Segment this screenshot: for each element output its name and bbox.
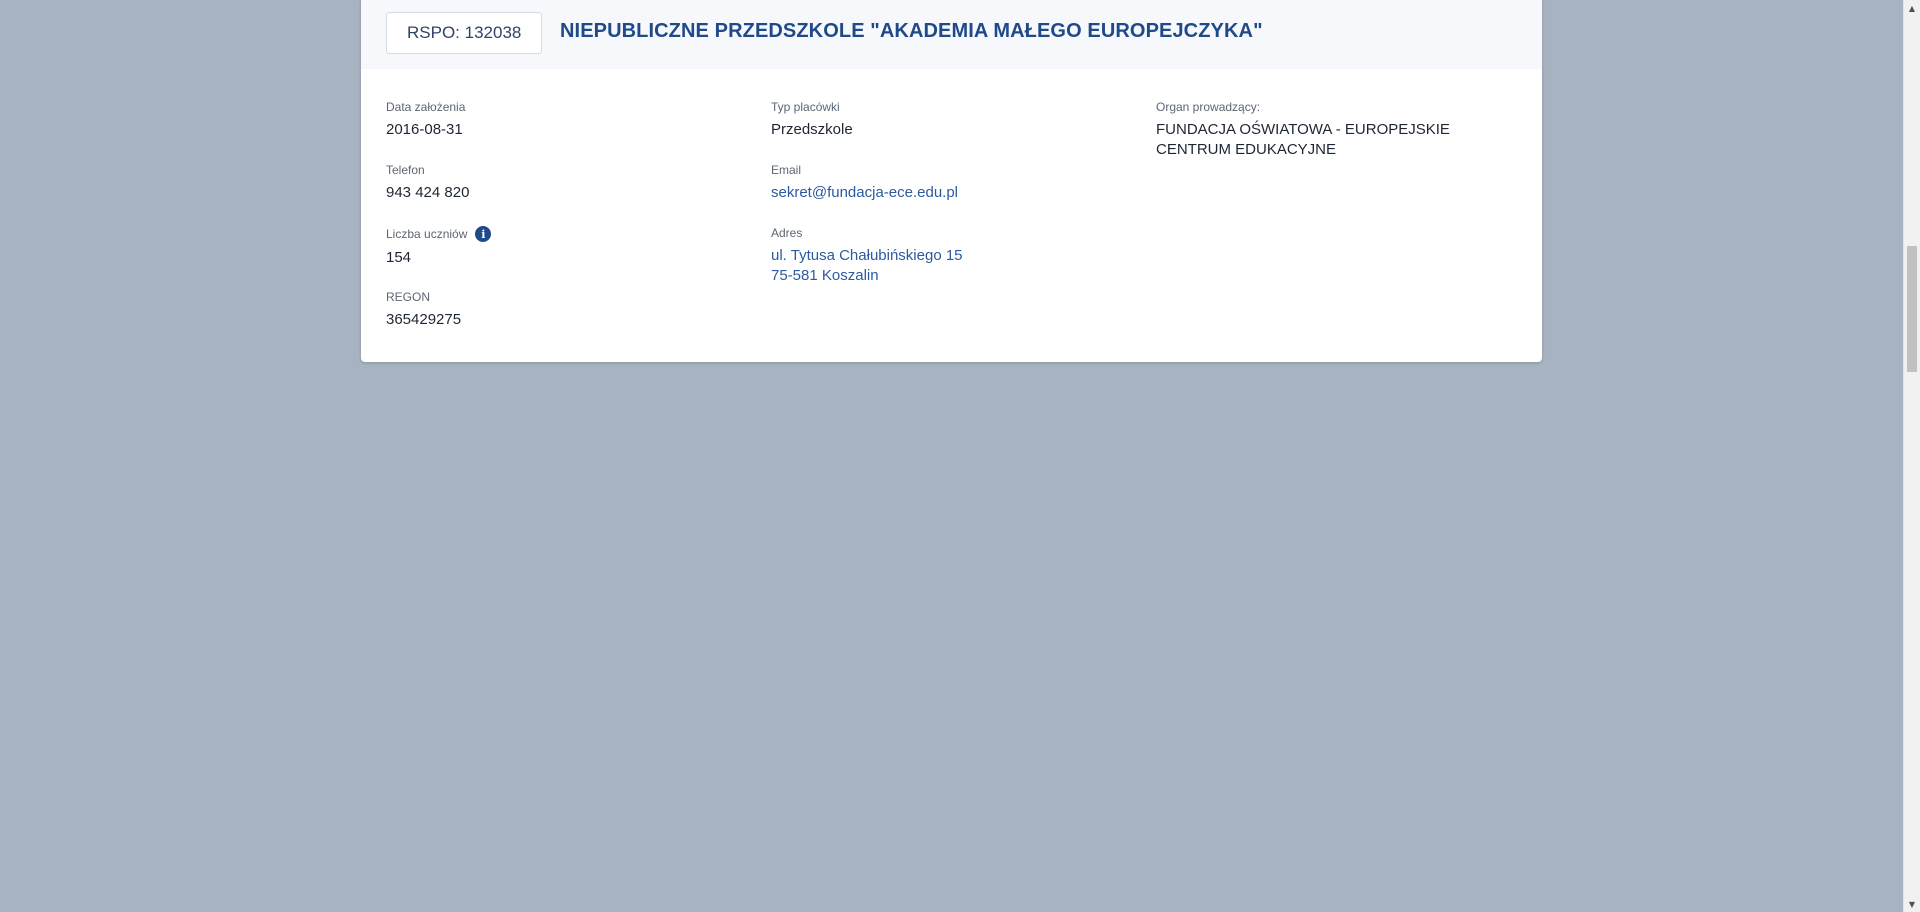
field-students-label: Liczba uczniów [386,227,468,241]
field-organ-label: Organ prowadzący: [1156,100,1261,114]
field-organ-value: FUNDACJA OŚWIATOWA - EUROPEJSKIE CENTRUM… [1156,121,1450,158]
field-students-value: 154 [386,249,412,266]
vertical-scrollbar[interactable]: ▲ ▼ [1903,0,1920,912]
email-link[interactable]: sekret@fundacja-ece.edu.pl [771,183,958,203]
field-email: Email sekret@fundacja-ece.edu.pl [771,163,958,203]
scrollbar-thumb[interactable] [1907,246,1917,372]
field-address: Adres ul. Tytusa Chałubińskiego 15 75-58… [771,226,963,286]
field-regon-value: 365429275 [386,311,462,328]
field-phone: Telefon 943 424 820 [386,163,469,203]
field-founded: Data założenia 2016-08-31 [386,100,465,140]
field-phone-value: 943 424 820 [386,184,470,201]
school-card-header: RSPO: 132038 NIEPUBLICZNE PRZEDSZKOLE "A… [361,0,1542,69]
scroll-down-arrow-icon[interactable]: ▼ [1904,896,1920,912]
school-title[interactable]: NIEPUBLICZNE PRZEDSZKOLE "AKADEMIA MAŁEG… [560,20,1263,43]
field-students-label-row: Liczba uczniów i [386,226,492,242]
field-regon-label: REGON [386,290,431,304]
address-line-1: ul. Tytusa Chałubińskiego 15 [771,247,963,264]
scroll-up-arrow-icon[interactable]: ▲ [1904,0,1920,16]
info-icon[interactable]: i [475,226,492,242]
rspo-badge: RSPO: 132038 [386,12,543,54]
school-card: RSPO: 132038 NIEPUBLICZNE PRZEDSZKOLE "A… [361,0,1542,362]
field-address-label: Adres [771,226,803,240]
address-line-2: 75-581 Koszalin [771,267,879,284]
field-regon: REGON 365429275 [386,290,461,330]
field-type-label: Typ placówki [771,100,840,114]
field-type-value: Przedszkole [771,121,853,138]
field-type: Typ placówki Przedszkole [771,100,853,140]
address-link[interactable]: ul. Tytusa Chałubińskiego 15 75-581 Kosz… [771,246,963,286]
field-phone-label: Telefon [386,163,425,177]
field-founded-label: Data założenia [386,100,466,114]
field-organ: Organ prowadzący: FUNDACJA OŚWIATOWA - E… [1156,100,1526,160]
field-founded-value: 2016-08-31 [386,121,463,138]
field-students: Liczba uczniów i 154 [386,226,492,268]
field-email-label: Email [771,163,802,177]
